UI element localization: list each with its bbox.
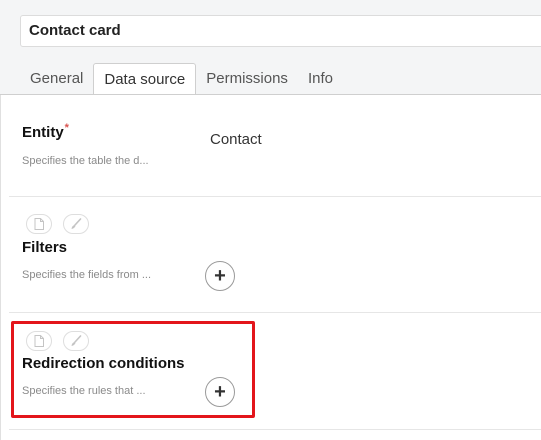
entity-value[interactable]: Contact (210, 131, 262, 148)
brush-icon[interactable] (63, 214, 89, 234)
filters-label: Filters (22, 239, 68, 256)
document-icon[interactable] (26, 214, 52, 234)
add-filter-button[interactable]: + (205, 261, 235, 291)
title-field[interactable]: Contact card (20, 15, 541, 47)
section-divider (9, 312, 541, 313)
tab-permissions[interactable]: Permissions (196, 63, 298, 94)
filters-description: Specifies the fields from ... (22, 269, 151, 281)
highlight-box (11, 321, 255, 418)
section-divider (9, 429, 541, 430)
tab-data-source[interactable]: Data source (93, 63, 197, 95)
tab-general[interactable]: General (20, 63, 93, 94)
entity-label-text: Entity (22, 124, 64, 141)
entity-label: Entity* (22, 122, 69, 141)
entity-description: Specifies the table the d... (22, 155, 149, 167)
tab-info[interactable]: Info (298, 63, 343, 94)
required-marker: * (64, 122, 69, 134)
header-area: Contact card General Data source Permiss… (0, 0, 541, 95)
tab-bar: General Data source Permissions Info (20, 63, 343, 95)
section-divider (9, 196, 541, 197)
